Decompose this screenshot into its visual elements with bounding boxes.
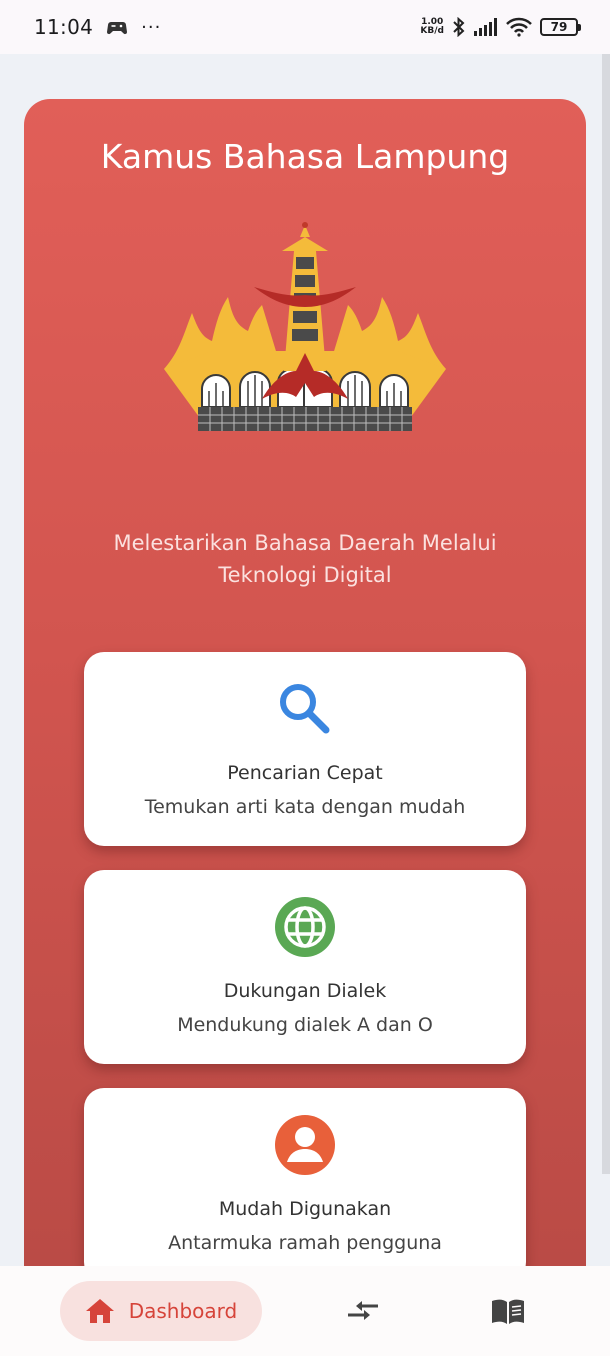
globe-icon [275,897,335,957]
signal-icon [474,18,497,36]
feature-description: Antarmuka ramah pengguna [168,1232,442,1254]
status-more-icon: ··· [141,16,162,38]
app-title: Kamus Bahasa Lampung [100,137,510,176]
nav-dashboard-label: Dashboard [128,1299,238,1323]
net-speed: 1.00 KB/d [420,18,444,36]
status-left: 11:04 ··· [34,15,161,39]
net-speed-unit: KB/d [420,26,444,36]
feature-description: Temukan arti kata dengan mudah [144,796,466,818]
book-icon[interactable] [490,1298,526,1326]
feature-description: Mendukung dialek A dan O [177,1014,433,1036]
bottom-navigation: Dashboard [0,1266,610,1356]
status-right: 1.00 KB/d 79 [420,17,581,37]
feature-card-search[interactable]: Pencarian Cepat Temukan arti kata dengan… [84,652,526,846]
hero-card: Kamus Bahasa Lampung Melestarikan Bahasa… [24,99,586,1319]
search-icon [280,684,330,734]
lampung-siger-logo [164,222,446,431]
game-controller-icon [107,22,128,35]
subtitle-line-1: Melestarikan Bahasa Daerah Melalui [113,531,497,555]
home-icon [85,1299,114,1323]
feature-title: Mudah Digunakan [218,1198,392,1220]
status-time: 11:04 [34,15,94,39]
swap-arrows-icon[interactable] [346,1298,380,1324]
feature-card-ease[interactable]: Mudah Digunakan Antarmuka ramah pengguna [84,1088,526,1282]
battery-icon: 79 [540,18,581,36]
bluetooth-icon [453,17,465,37]
feature-title: Pencarian Cepat [227,762,383,784]
subtitle-line-2: Teknologi Digital [218,563,392,587]
nav-dashboard[interactable]: Dashboard [60,1281,262,1341]
status-bar: 11:04 ··· 1.00 KB/d 79 [0,0,610,54]
feature-card-dialect[interactable]: Dukungan Dialek Mendukung dialek A dan O [84,870,526,1064]
feature-title: Dukungan Dialek [223,980,387,1002]
person-icon [275,1115,335,1175]
wifi-icon [506,17,532,37]
scrollbar[interactable] [602,54,610,1174]
app-subtitle: Melestarikan Bahasa Daerah Melalui Tekno… [64,527,546,591]
